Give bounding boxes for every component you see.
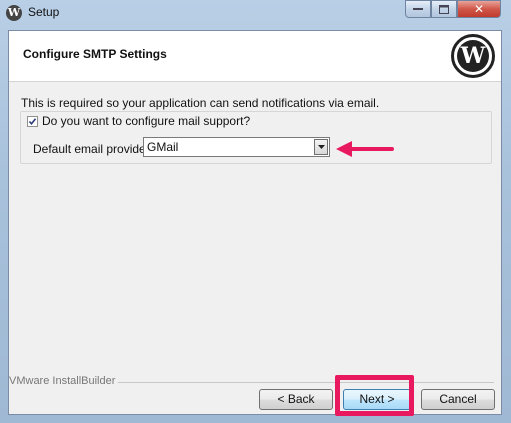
email-provider-value: GMail (147, 140, 179, 154)
maximize-icon (439, 4, 449, 14)
wordpress-logo: W (451, 34, 495, 78)
window-title: Setup (28, 5, 60, 19)
description-text: This is required so your application can… (21, 96, 380, 110)
installer-brand: VMware InstallBuilder (9, 375, 119, 387)
wizard-client-area: Configure SMTP Settings W This is requir… (8, 30, 502, 415)
checkmark-icon (28, 117, 37, 125)
next-button-highlight (335, 375, 414, 416)
page-title: Configure SMTP Settings (23, 47, 167, 61)
setup-window: W Setup ✕ Configure SMTP Settings W This… (0, 0, 511, 423)
title-bar: W Setup ✕ (0, 0, 511, 26)
close-button[interactable]: ✕ (457, 0, 501, 18)
mail-support-label: Do you want to configure mail support? (42, 114, 251, 128)
dropdown-button[interactable] (314, 139, 328, 155)
maximize-button[interactable] (431, 0, 457, 18)
provider-label: Default email provider: (33, 142, 154, 156)
mail-support-checkbox[interactable] (27, 115, 38, 127)
chevron-down-icon (317, 145, 325, 149)
cancel-button[interactable]: Cancel (421, 389, 495, 410)
back-button[interactable]: < Back (259, 389, 333, 410)
wordpress-icon[interactable]: W (6, 5, 22, 21)
annotation-arrow-icon (336, 141, 394, 157)
close-icon: ✕ (473, 2, 485, 16)
caption-buttons: ✕ (405, 0, 501, 18)
minimize-icon (413, 8, 423, 10)
email-provider-select[interactable]: GMail (143, 137, 330, 157)
minimize-button[interactable] (405, 0, 431, 18)
wizard-header: Configure SMTP Settings W (9, 31, 501, 82)
mail-support-row[interactable]: Do you want to configure mail support? (27, 114, 255, 128)
